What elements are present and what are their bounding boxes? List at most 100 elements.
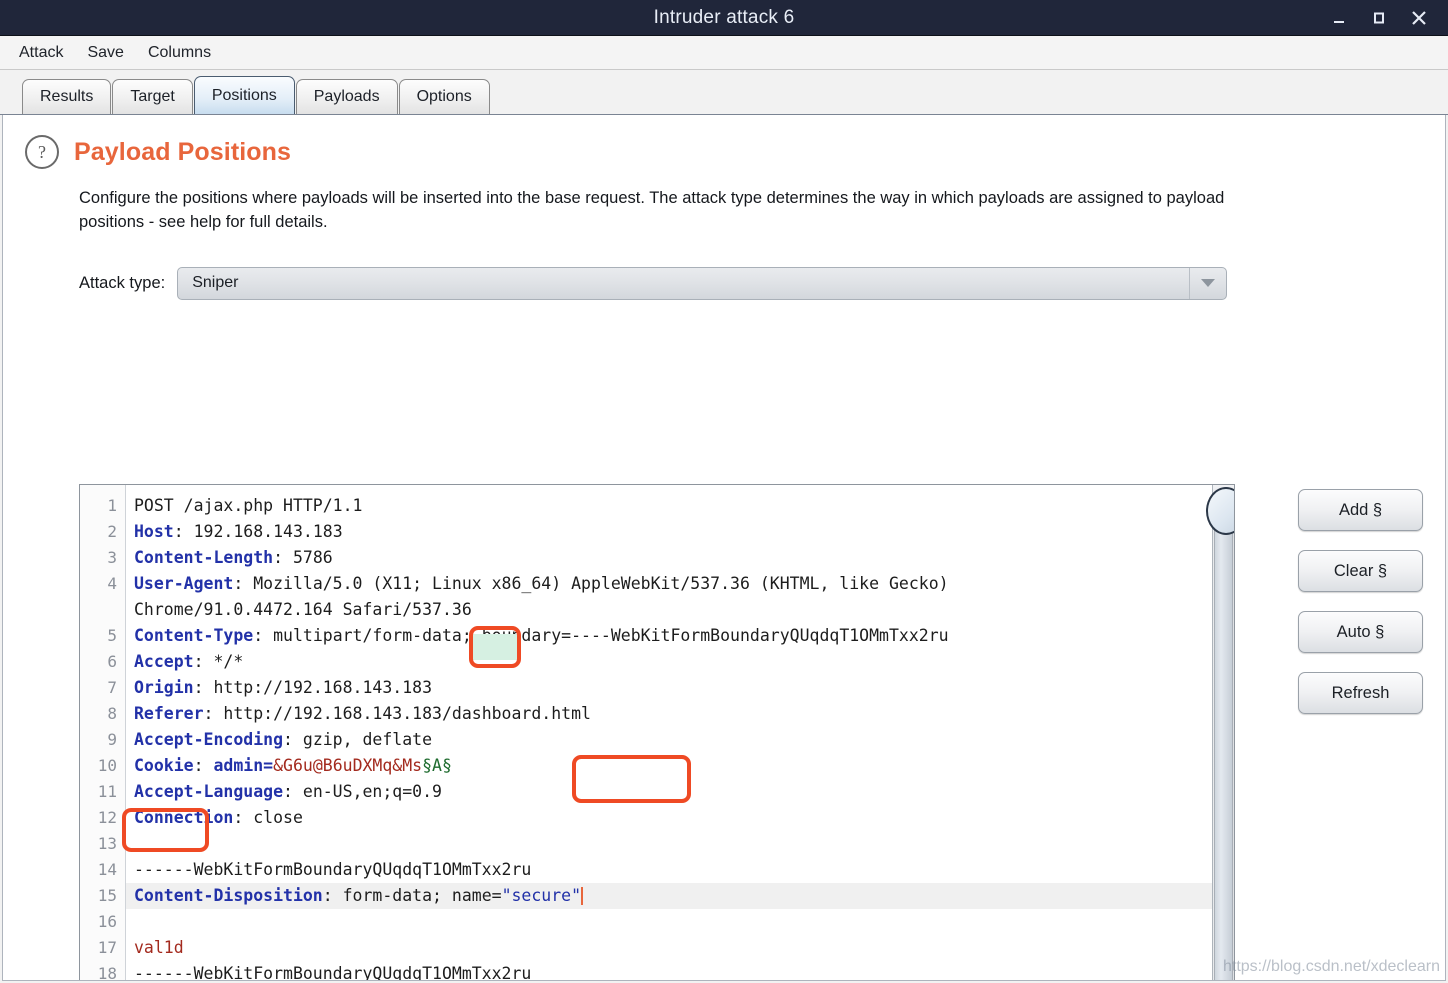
attack-type-value: Sniper [192, 274, 239, 292]
line-number: 3 [107, 548, 117, 567]
code-line: ------WebKitFormBoundaryQUqdqT1OMmTxx2ru [126, 857, 1234, 883]
header-name: Referer [134, 704, 204, 723]
header-name: Content-Type [134, 626, 254, 645]
close-icon[interactable] [1410, 9, 1428, 27]
positions-panel: ? Payload Positions Configure the positi… [2, 115, 1446, 981]
code-line: Accept-Encoding: gzip, deflate [126, 727, 1234, 753]
header-name: User-Agent [134, 574, 234, 593]
code-text: : form-data; name= [322, 886, 502, 905]
line-number [80, 597, 125, 623]
line-number-gutter: 1 2 3 4 5 6 7 8 9 10 11 12 13 14 15 16 1… [80, 485, 126, 981]
position-actions: Add § Clear § Auto § Refresh [1298, 489, 1423, 714]
code-line: ------WebKitFormBoundaryQUqdqT1OMmTxx2ru [126, 961, 1234, 981]
line-number: 10 [97, 756, 117, 775]
auto-section-button[interactable]: Auto § [1298, 611, 1423, 653]
line-number: 9 [107, 730, 117, 749]
page-title: Payload Positions [74, 137, 292, 166]
line-number: 18 [97, 964, 117, 981]
code-text: : 192.168.143.183 [173, 522, 343, 541]
request-text[interactable]: POST /ajax.php HTTP/1.1 Host: 192.168.14… [126, 485, 1234, 981]
header-name: Accept-Encoding [134, 730, 284, 749]
menu-columns[interactable]: Columns [145, 42, 214, 64]
line-number: 8 [107, 704, 117, 723]
payload-marker-selection [472, 634, 519, 660]
code-text: : multipart/form-data; boundary=----WebK… [253, 626, 949, 645]
menu-save[interactable]: Save [84, 42, 126, 64]
code-line: Host: 192.168.143.183 [126, 519, 1234, 545]
window-controls [1330, 9, 1448, 27]
line-number: 13 [97, 834, 117, 853]
attack-type-select[interactable]: Sniper [177, 266, 1228, 300]
code-line: Accept-Language: en-US,en;q=0.9 [126, 779, 1234, 805]
line-number: 4 [107, 574, 117, 593]
payload-marker[interactable]: §A§ [422, 756, 452, 775]
code-line: Content-Type: multipart/form-data; bound… [126, 623, 1234, 649]
text-caret [581, 887, 584, 905]
attack-type-label: Attack type: [79, 273, 166, 292]
header-name: Accept-Language [134, 782, 284, 801]
request-editor[interactable]: 1 2 3 4 5 6 7 8 9 10 11 12 13 14 15 16 1… [79, 484, 1235, 981]
line-number: 5 [107, 626, 117, 645]
tab-payloads[interactable]: Payloads [295, 79, 398, 114]
line-number: 2 [107, 522, 117, 541]
tab-target[interactable]: Target [112, 79, 193, 114]
line-number: 7 [107, 678, 117, 697]
menu-bar: Attack Save Columns [0, 36, 1448, 70]
tab-positions[interactable]: Positions [193, 76, 295, 114]
add-section-button[interactable]: Add § [1298, 489, 1423, 531]
chevron-down-icon[interactable] [1189, 267, 1226, 299]
code-line: Content-Length: 5786 [126, 545, 1234, 571]
code-line: Origin: http://192.168.143.183 [126, 675, 1234, 701]
code-text: ------WebKitFormBoundaryQUqdqT1OMmTxx2ru [134, 964, 532, 981]
code-line: Chrome/91.0.4472.164 Safari/537.36 [126, 597, 1234, 623]
line-number: 12 [97, 808, 117, 827]
line-number: 14 [97, 860, 117, 879]
code-line: Referer: http://192.168.143.183/dashboar… [126, 701, 1234, 727]
window-title: Intruder attack 6 [653, 6, 795, 28]
code-text: ------WebKitFormBoundaryQUqdqT1OMmTxx2ru [134, 860, 532, 879]
code-text: : [193, 756, 214, 775]
tab-results[interactable]: Results [22, 79, 112, 114]
application-window: Attack Save Columns Results Target Posit… [0, 35, 1448, 983]
tab-bar: Results Target Positions Payloads Option… [0, 70, 1448, 115]
header-name: Content-Length [134, 548, 274, 567]
code-text: : 5786 [273, 548, 333, 567]
cookie-value: &G6u@B6uDXMq&Ms [273, 756, 423, 775]
menu-attack[interactable]: Attack [16, 42, 66, 64]
code-line: Connection: close [126, 805, 1234, 831]
header-name: Accept [134, 652, 194, 671]
code-line-cookie: Cookie: admin=&G6u@B6uDXMq&Ms§A§ [126, 753, 1234, 779]
code-text: : http://192.168.143.183/dashboard.html [203, 704, 591, 723]
code-text: : close [233, 808, 303, 827]
code-line: Accept: */* [126, 649, 1234, 675]
code-line: POST /ajax.php HTTP/1.1 [126, 493, 1234, 519]
section-header: ? Payload Positions [3, 115, 1445, 169]
minimize-icon[interactable] [1330, 9, 1348, 27]
tab-options[interactable]: Options [398, 79, 490, 114]
help-icon[interactable]: ? [25, 135, 59, 169]
scrollbar-thumb[interactable] [1214, 507, 1233, 980]
header-name: Connection [134, 808, 234, 827]
line-number: 11 [97, 782, 117, 801]
window-titlebar: Intruder attack 6 [0, 0, 1448, 35]
payload-value: val1d [134, 938, 184, 957]
code-line-selected: Content-Disposition: form-data; name="se… [126, 883, 1234, 909]
attack-type-row: Attack type: Sniper [79, 266, 1445, 300]
code-text: : */* [193, 652, 244, 671]
code-text: : http://192.168.143.183 [193, 678, 433, 697]
line-number: 1 [107, 496, 117, 515]
clear-section-button[interactable]: Clear § [1298, 550, 1423, 592]
section-description: Configure the positions where payloads w… [79, 189, 1225, 231]
editor-vertical-scrollbar[interactable] [1206, 485, 1234, 980]
header-name: Content-Disposition [134, 886, 323, 905]
code-line: val1d [126, 935, 1234, 961]
code-text: POST /ajax.php HTTP/1.1 [134, 496, 363, 515]
code-line: User-Agent: Mozilla/5.0 (X11; Linux x86_… [126, 571, 1234, 597]
maximize-icon[interactable] [1370, 9, 1388, 27]
refresh-button[interactable]: Refresh [1298, 672, 1423, 714]
line-number: 16 [97, 912, 117, 931]
code-text: : gzip, deflate [283, 730, 433, 749]
code-text: : en-US,en;q=0.9 [283, 782, 442, 801]
